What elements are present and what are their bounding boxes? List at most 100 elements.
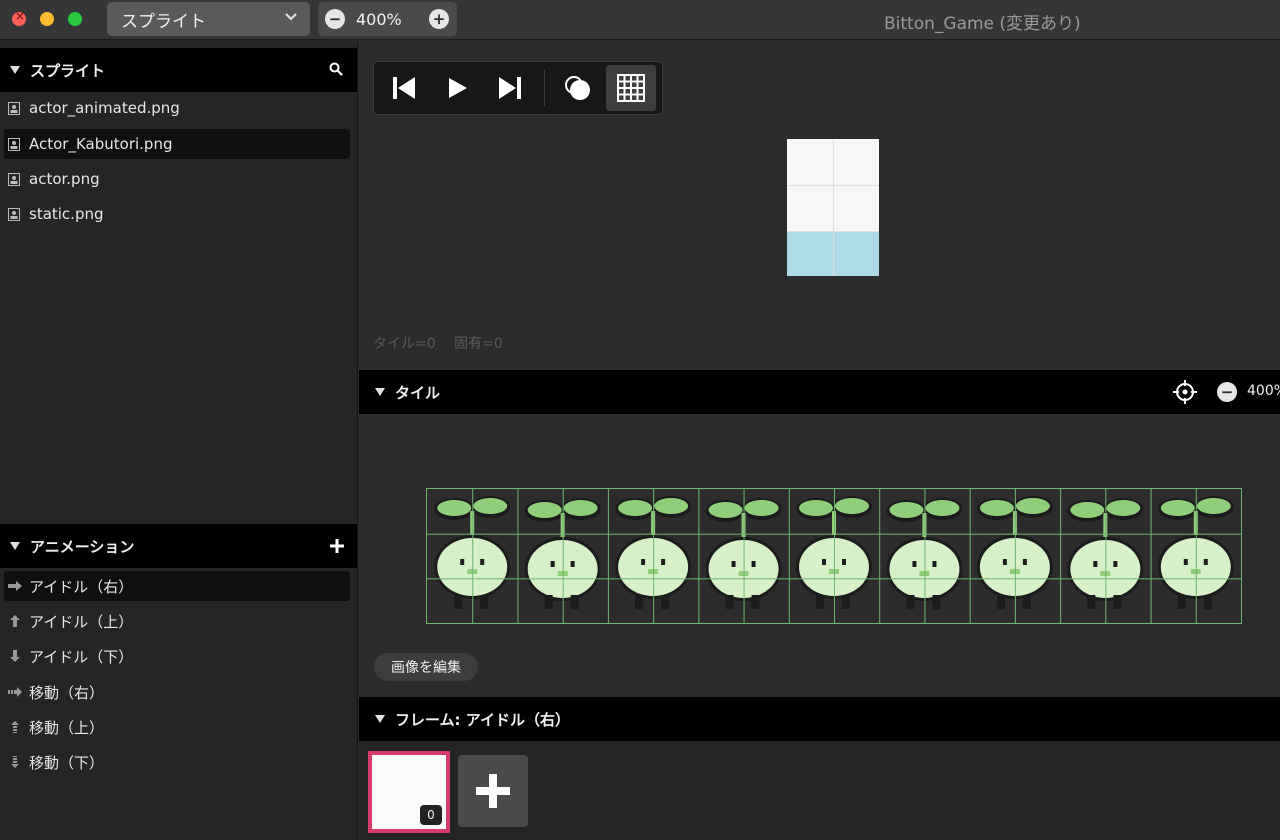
sprite-item-actor-animated[interactable]: actor_animated.png [4, 93, 350, 123]
image-file-icon [8, 207, 20, 221]
zoom-in-button[interactable]: + [429, 9, 449, 29]
tile-grid-line [924, 489, 926, 623]
animation-item-label: アイドル（下） [29, 647, 134, 666]
tile-grid-line [1060, 489, 1062, 623]
sprite-leaf [1196, 498, 1231, 514]
sprite-eye [661, 559, 666, 565]
sprite-leaf [744, 500, 779, 516]
frames-panel-header[interactable]: フレーム: アイドル（右） [359, 697, 1280, 741]
animations-panel-header[interactable]: アニメーション [0, 524, 357, 568]
tiles-panel-header[interactable]: タイル − 400% [359, 370, 1280, 414]
sprites-panel-header[interactable]: スプライト [0, 48, 357, 92]
collapse-triangle-icon [375, 715, 385, 723]
arrow-up-icon [10, 615, 20, 627]
sprite-body [618, 538, 689, 596]
animation-item-label: 移動（上） [29, 718, 105, 737]
collapse-triangle-icon [375, 388, 385, 396]
sprite-item-label: Actor_Kabutori.png [29, 135, 173, 153]
close-window-button[interactable] [12, 9, 26, 26]
sprite-eye [641, 559, 646, 565]
skip-forward-icon [499, 77, 521, 99]
plus-icon [476, 774, 510, 808]
tile-grid-line [969, 489, 971, 623]
sprite-leaf [835, 498, 869, 514]
tile-grid-line [1014, 489, 1016, 623]
zoom-control: − 400% + [318, 2, 457, 36]
add-frame-button[interactable] [458, 755, 528, 827]
animation-item-label: アイドル（上） [29, 612, 134, 631]
sprite-foot [661, 595, 670, 609]
preview-grid-line [787, 231, 879, 232]
sprite-item-actor[interactable]: actor.png [4, 164, 350, 194]
tile-sheet-image [427, 489, 1241, 623]
sprite-body [1070, 540, 1141, 598]
animation-item-move-right[interactable]: 移動（右） [4, 677, 350, 707]
play-icon [449, 78, 467, 98]
sprite-foot [1022, 595, 1031, 609]
main-area: タイル=0 固有=0 タイル − 400% 画像を編集 フレーム: アイドル（右… [359, 41, 1280, 840]
collapse-triangle-icon [10, 66, 20, 74]
sprite-foot [816, 595, 824, 609]
mode-select[interactable]: スプライト [107, 2, 310, 36]
sprite-foot [454, 595, 463, 609]
minimize-window-button[interactable] [40, 12, 54, 26]
sprite-item-actor-kabutori[interactable]: Actor_Kabutori.png [4, 129, 350, 159]
sprite-eye [570, 561, 575, 567]
sprite-preview-canvas[interactable] [787, 139, 879, 276]
sprite-eye [842, 559, 846, 565]
tile-sheet[interactable] [426, 488, 1242, 624]
animation-item-label: アイドル（右） [29, 577, 134, 596]
frames-header-label: フレーム: アイドル（右） [395, 710, 571, 729]
mode-select-label: スプライト [121, 11, 206, 32]
sprite-eye [1203, 559, 1208, 565]
sprite-foot [932, 595, 941, 609]
tiles-zoom-out-button[interactable]: − [1217, 382, 1237, 402]
sprite-foot [996, 595, 1005, 609]
tile-grid-line [427, 533, 1241, 535]
sprite-item-static[interactable]: static.png [4, 199, 350, 229]
sprite-foot [1203, 595, 1212, 609]
sprite-stem [651, 511, 656, 537]
tile-grid-line [653, 489, 655, 623]
sprite-foot [1113, 595, 1122, 609]
animation-item-idle-right[interactable]: アイドル（右） [4, 571, 350, 601]
onion-skin-button[interactable] [560, 70, 596, 106]
sprite-leaf [473, 498, 508, 514]
search-icon[interactable] [329, 62, 343, 76]
edit-image-button[interactable]: 画像を編集 [374, 653, 478, 681]
arrow-down-icon [10, 650, 20, 662]
grid-toggle-button[interactable] [606, 65, 656, 111]
sprite-leaf [618, 500, 653, 516]
sprite-leaf [799, 500, 833, 516]
move-down-icon [11, 756, 19, 768]
frames-strip: 0 [359, 741, 1280, 840]
animation-item-idle-up[interactable]: アイドル（上） [4, 606, 350, 636]
maximize-window-button[interactable] [68, 12, 82, 26]
sprite-leaf [979, 500, 1014, 516]
sprite-foot [725, 595, 734, 609]
zoom-out-button[interactable]: − [325, 9, 345, 29]
window-title: Bitton_Game (変更あり) [884, 14, 1081, 34]
sprite-foot [1087, 595, 1096, 609]
sprite-eye [932, 561, 937, 567]
frame-thumbnail[interactable]: 0 [368, 751, 450, 833]
sprite-foot [480, 595, 489, 609]
sprite-item-label: actor_animated.png [29, 99, 180, 117]
sprite-eye [1183, 559, 1188, 565]
crosshair-icon[interactable] [1173, 380, 1197, 404]
image-file-icon [8, 101, 20, 115]
sprite-mouth [1100, 571, 1111, 576]
animation-item-move-down[interactable]: 移動（下） [4, 747, 350, 777]
tile-grid-line [788, 489, 790, 623]
tile-grid-line [607, 489, 609, 623]
play-button[interactable] [440, 70, 476, 106]
preview-grid-line [787, 185, 879, 186]
playback-toolbar [373, 61, 663, 115]
sprite-stem [1103, 513, 1108, 539]
add-animation-icon[interactable] [329, 538, 345, 554]
animation-item-move-up[interactable]: 移動（上） [4, 712, 350, 742]
animation-item-idle-down[interactable]: アイドル（下） [4, 641, 350, 671]
last-frame-button[interactable] [492, 70, 528, 106]
first-frame-button[interactable] [386, 70, 422, 106]
sprite-leaf [527, 502, 562, 518]
